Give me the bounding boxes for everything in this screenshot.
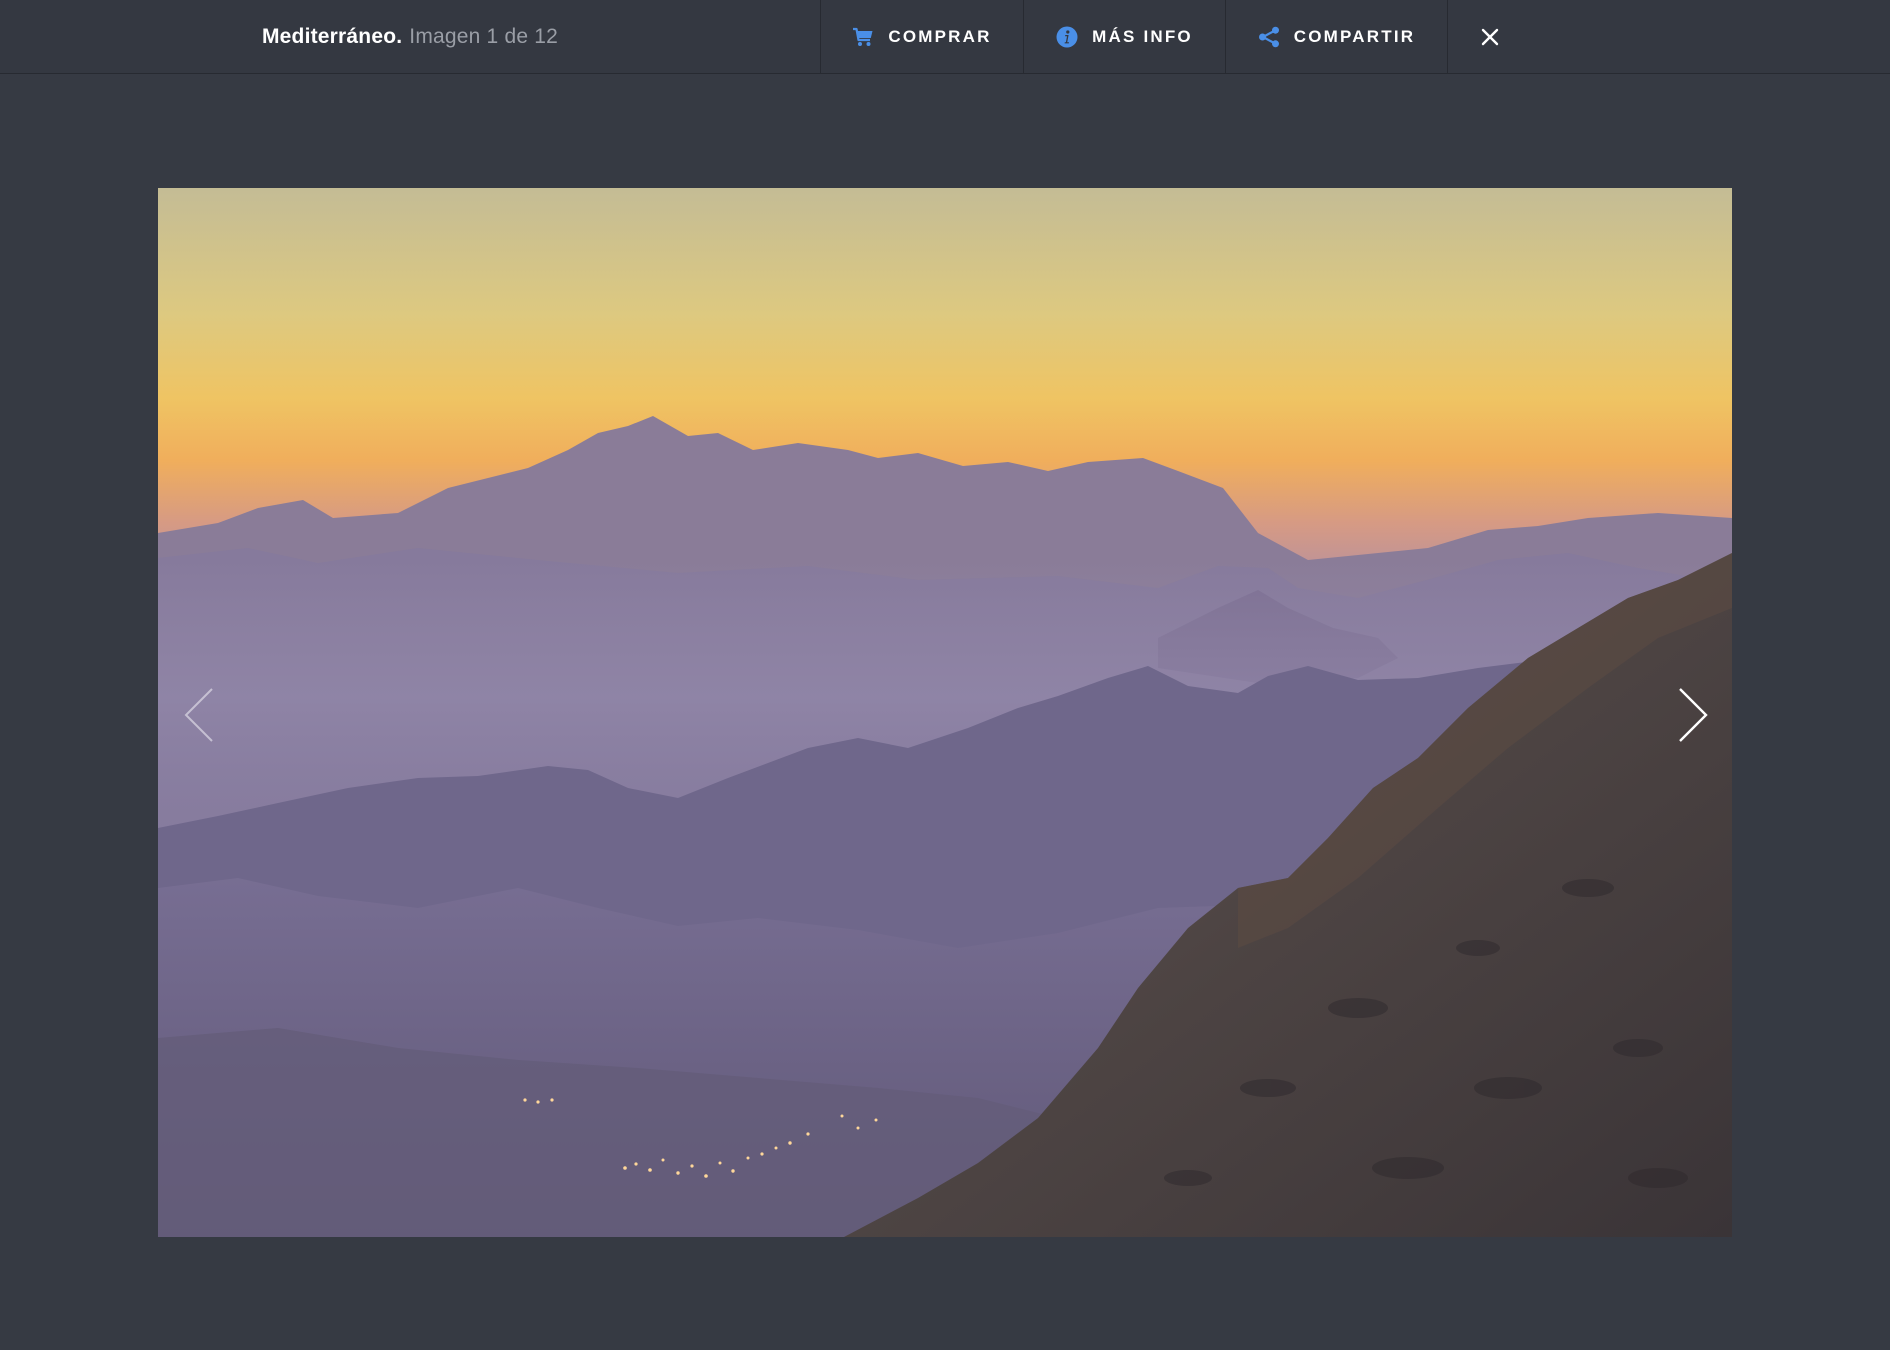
share-icon [1258,26,1280,48]
image-title: Mediterráneo. [261,24,403,48]
chevron-right-icon [1679,688,1708,742]
landscape-photo [158,188,1732,1237]
next-image-button[interactable] [1666,685,1716,745]
lightbox-toolbar: Mediterráneo. Imagen 1 de 12 COMPRAR MÁS… [0,0,1890,74]
share-label: COMPARTIR [1293,26,1416,46]
buy-label: COMPRAR [888,26,992,46]
previous-image-button[interactable] [178,685,228,745]
image-title-area: Mediterráneo. Imagen 1 de 12 [0,0,820,73]
share-button[interactable]: COMPARTIR [1225,0,1447,73]
cart-icon [852,27,874,47]
close-button[interactable] [1447,0,1531,73]
close-icon [1480,27,1500,47]
more-info-label: MÁS INFO [1092,26,1193,46]
chevron-left-icon [184,688,213,742]
more-info-button[interactable]: MÁS INFO [1023,0,1225,73]
image-counter: Imagen 1 de 12 [409,24,559,48]
buy-button[interactable]: COMPRAR [820,0,1023,73]
gallery-image [158,188,1732,1237]
info-icon [1056,26,1078,48]
